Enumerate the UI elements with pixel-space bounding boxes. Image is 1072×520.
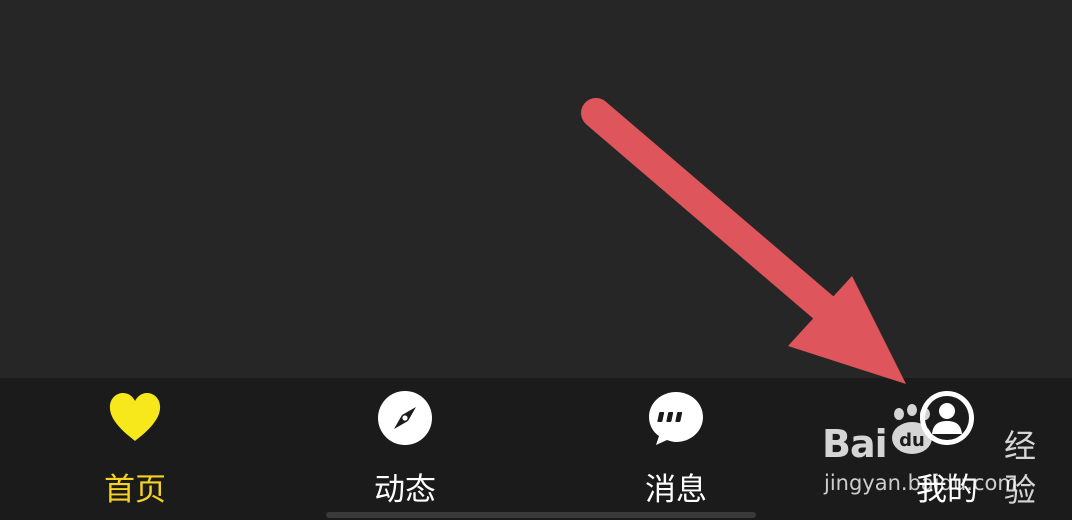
bottom-tab-bar: 首页 动态 消息 我的 — [0, 378, 1072, 520]
person-icon — [920, 391, 974, 445]
tab-messages-label: 消息 — [645, 472, 707, 508]
compass-icon — [378, 391, 432, 445]
heart-icon — [109, 393, 161, 441]
chat-bubble-icon — [649, 392, 703, 445]
tab-home[interactable]: 首页 — [65, 378, 205, 520]
tab-dynamic[interactable]: 动态 — [335, 378, 475, 520]
tab-dynamic-label: 动态 — [374, 472, 436, 508]
app-screen: 首页 动态 消息 我的 Bai du 经验 jingyan.baidu.com — [0, 0, 1072, 520]
tab-messages[interactable]: 消息 — [606, 378, 746, 520]
content-area — [0, 0, 1072, 378]
tab-mine[interactable]: 我的 — [877, 378, 1017, 520]
home-indicator[interactable] — [326, 512, 756, 518]
tab-mine-label: 我的 — [916, 472, 978, 508]
tab-home-label: 首页 — [104, 472, 166, 508]
